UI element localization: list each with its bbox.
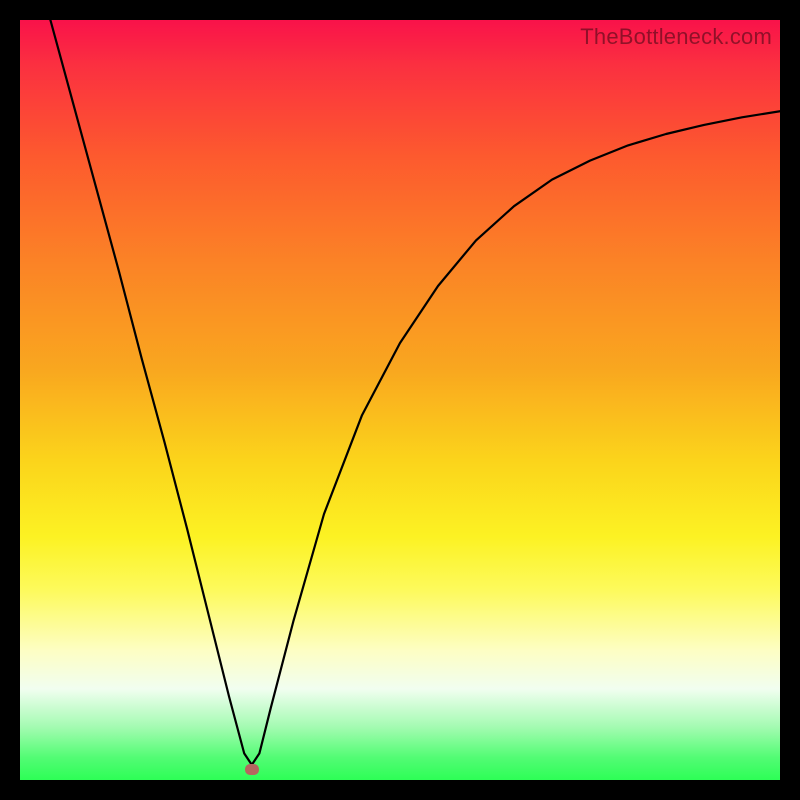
minimum-marker (245, 764, 259, 775)
chart-background-gradient (20, 20, 780, 780)
watermark-text: TheBottleneck.com (580, 24, 772, 50)
chart-frame: TheBottleneck.com (20, 20, 780, 780)
